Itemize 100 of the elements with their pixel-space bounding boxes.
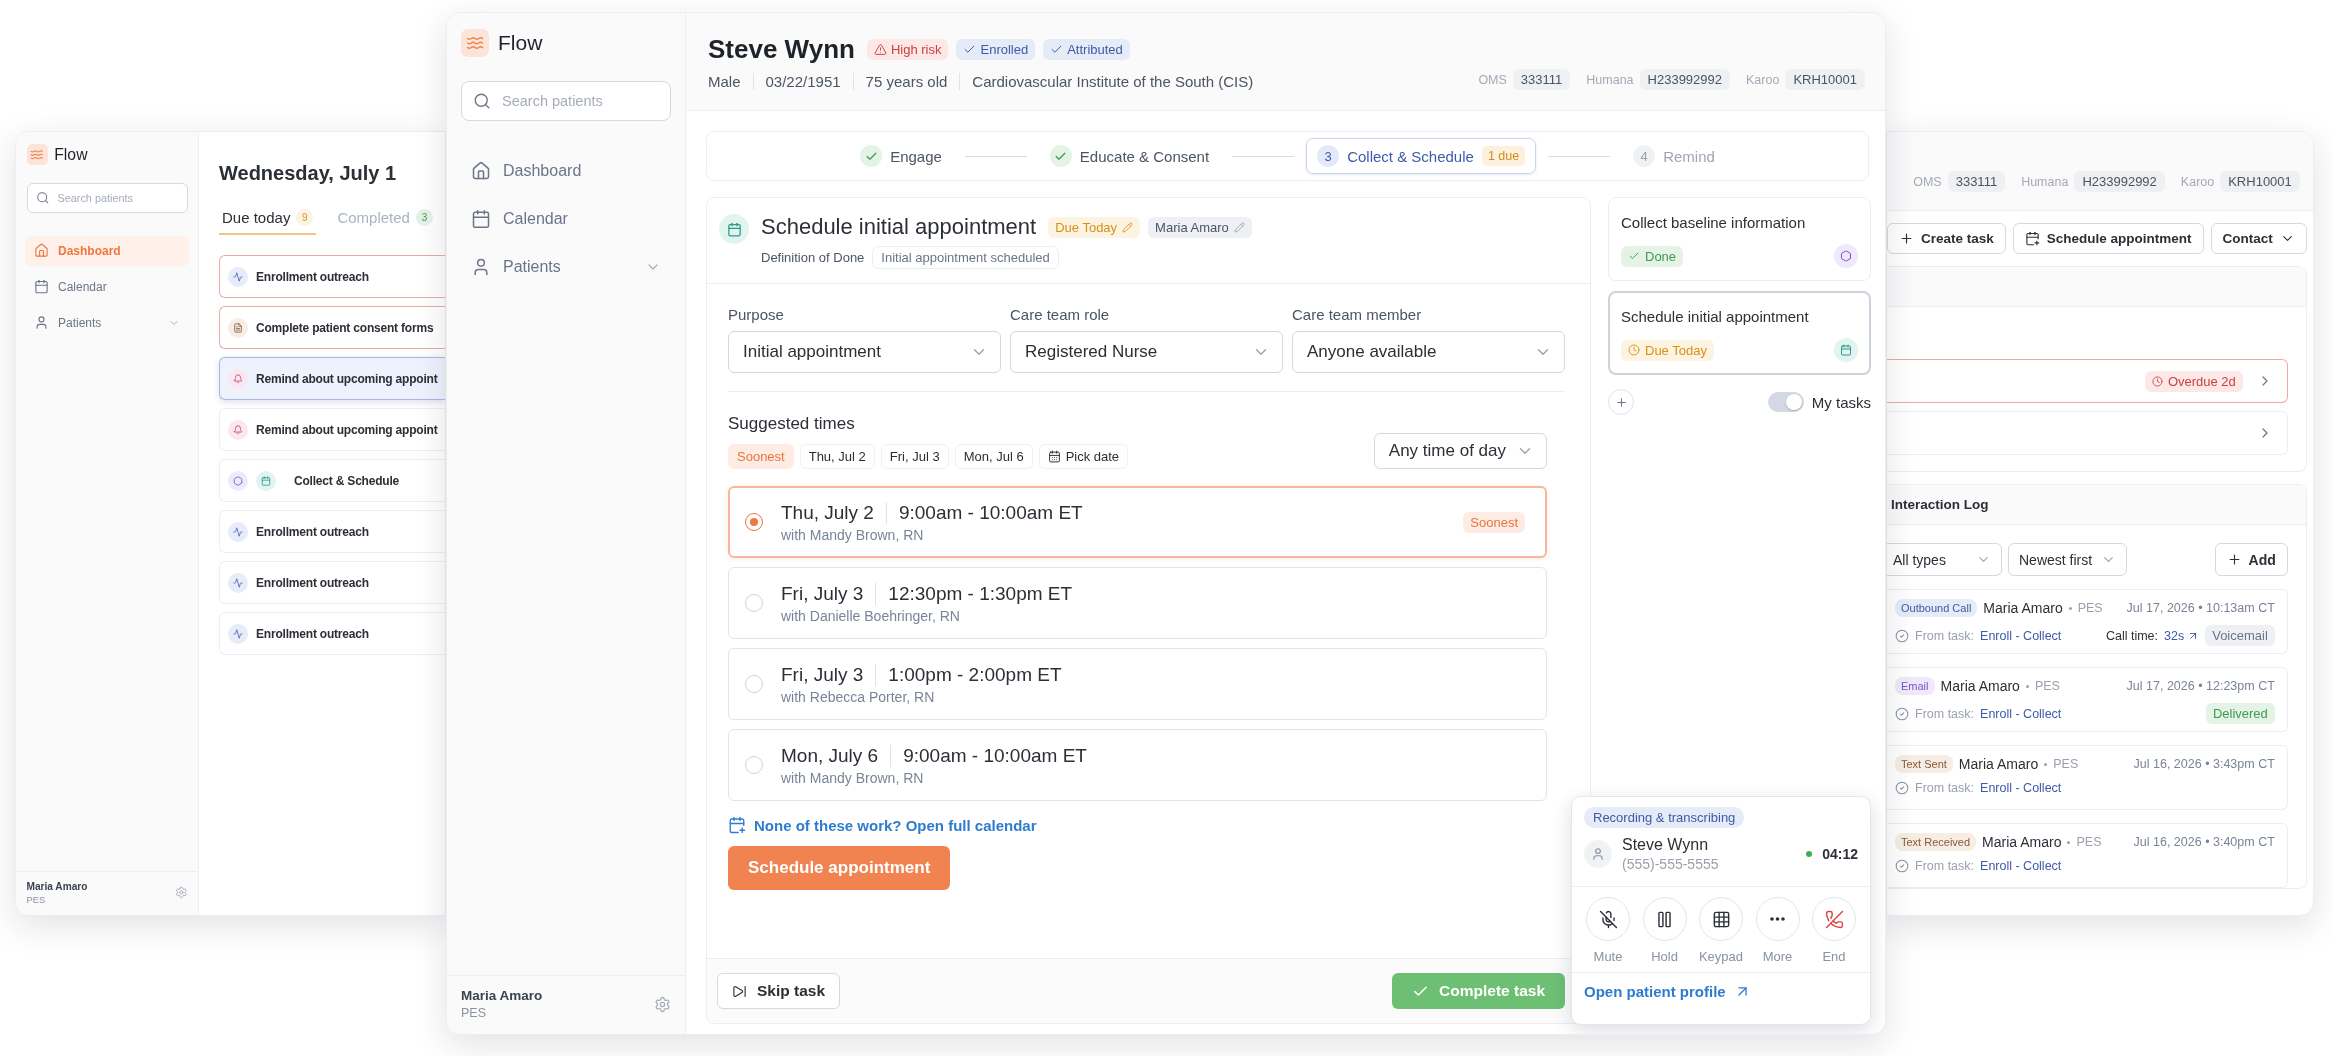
check-icon <box>1628 250 1640 262</box>
nav-item[interactable]: Patients <box>25 307 189 338</box>
call-action-button[interactable] <box>1642 897 1687 941</box>
calendar-link[interactable]: None of these work? Open full calendar <box>728 816 1037 834</box>
slot-date: Mon, July 6 <box>781 744 892 767</box>
call-time-label: Call time: <box>2105 628 2158 643</box>
task-card[interactable]: Remind about upcoming appoint <box>219 357 445 400</box>
toolbar-button[interactable]: Schedule appointment <box>2012 223 2204 254</box>
dropdown[interactable]: Newest first <box>2008 543 2127 576</box>
check-icon <box>963 43 977 56</box>
home-icon <box>34 243 49 258</box>
task-list-card[interactable]: Schedule initial appointment Due Today <box>1608 291 1871 375</box>
due-badge: 1 due <box>1481 146 1526 166</box>
slot-time: 9:00am - 10:00am ET <box>902 744 1087 767</box>
task-card[interactable]: Enrollment outreach <box>219 561 445 604</box>
filter-chip[interactable]: Thu, Jul 2 <box>799 444 875 469</box>
nav-item[interactable]: Calendar <box>25 271 189 302</box>
filter-chip[interactable]: Fri, Jul 3 <box>880 444 949 469</box>
skip-icon <box>732 983 747 999</box>
filter-chip[interactable]: Mon, Jul 6 <box>954 444 1033 469</box>
clock-icon <box>2151 375 2163 387</box>
nav-item[interactable]: Patients <box>459 247 673 287</box>
settings-icon <box>174 886 188 899</box>
task-list-card[interactable]: Collect baseline information Done <box>1608 197 1871 281</box>
toolbar-button[interactable]: Contact <box>2210 223 2307 254</box>
task-card[interactable]: Enrollment outreach <box>219 612 445 655</box>
field-label: Care team role <box>1010 306 1111 323</box>
check-circle-icon <box>1895 781 1909 795</box>
task-card[interactable]: Remind about upcoming appoint <box>219 408 445 451</box>
task-card[interactable]: Enrollment outreach <box>219 255 445 298</box>
action-label: More <box>1762 949 1793 964</box>
filter-chip[interactable]: Pick date <box>1038 444 1129 469</box>
toolbar-button[interactable]: Create task <box>1887 223 2006 254</box>
calendar-icon <box>1834 338 1858 362</box>
dropdown[interactable]: Registered Nurse <box>1010 331 1283 373</box>
call-action-button[interactable] <box>1699 897 1743 941</box>
field-label: Care team member <box>1292 306 1423 323</box>
slot-provider: with Danielle Boehringer, RN <box>781 607 961 624</box>
profile-link[interactable]: Open patient profile <box>1584 983 1751 1000</box>
task-title: Schedule initial appointment <box>1621 308 1810 325</box>
home-icon <box>471 161 491 181</box>
call-time-link[interactable]: 32s <box>2164 628 2200 643</box>
time-slot-option[interactable]: Mon, July 6 9:00am - 10:00am ET with Mandy Brown, RN <box>728 729 1547 801</box>
tab[interactable]: Due today 9 <box>219 209 317 235</box>
step-number: 3 <box>1317 145 1340 167</box>
author-role: PES <box>2076 835 2102 849</box>
skip-button[interactable]: Skip task <box>717 973 841 1009</box>
time-slot-option[interactable]: Fri, July 3 1:00pm - 2:00pm ET with Rebecca Porter, RN <box>728 648 1547 720</box>
timestamp: Jul 17, 2026 • 10:13am CT <box>2126 601 2275 615</box>
task-card[interactable]: Enrollment outreach <box>219 510 445 553</box>
logo-icon <box>26 144 48 165</box>
task-link[interactable]: Enroll - Collect <box>1980 628 2062 643</box>
from-label: From task: <box>1915 706 1975 721</box>
dropdown[interactable]: All types <box>1887 543 2002 576</box>
calendar-icon <box>34 279 49 294</box>
search-icon <box>35 191 49 205</box>
add-button[interactable]: Add <box>2214 543 2288 576</box>
id-label: Karoo <box>2180 174 2215 189</box>
muted-microphone-icon <box>1598 909 1618 929</box>
step-label: Collect & Schedule <box>1347 147 1474 165</box>
task-row[interactable]: Overdue 2d <box>1887 359 2288 403</box>
toggle-switch[interactable] <box>1767 392 1804 412</box>
logo-text: Flow <box>54 145 88 164</box>
time-slot-option[interactable]: Fri, July 3 12:30pm - 1:30pm ET with Danielle Boehringer, RN <box>728 567 1547 639</box>
slot-provider: with Rebecca Porter, RN <box>781 688 936 705</box>
bell-icon <box>228 368 248 389</box>
plus-icon <box>2226 552 2242 567</box>
type-badge: Text Received <box>1895 833 1977 851</box>
patient-name: Steve Wynn <box>708 34 855 65</box>
task-card[interactable]: Complete patient consent forms <box>219 306 445 349</box>
nav-item[interactable]: Calendar <box>459 199 673 239</box>
id-value: H233992992 <box>1639 69 1731 90</box>
status-badge: Due Today <box>1621 339 1714 361</box>
step-label: Educate & Consent <box>1079 147 1210 165</box>
dropdown[interactable]: Any time of day <box>1373 433 1547 469</box>
from-label: From task: <box>1915 628 1975 643</box>
search-field[interactable]: Search patients <box>26 183 188 213</box>
add-button[interactable] <box>1608 389 1634 415</box>
time-slot-option[interactable]: Thu, July 2 9:00am - 10:00am ET with Mandy Brown, RN Soonest <box>728 486 1547 558</box>
calendar-plus-icon <box>2024 231 2040 246</box>
id-value: 333111 <box>1512 69 1571 90</box>
task-link[interactable]: Enroll - Collect <box>1980 859 2062 873</box>
type-badge: Text Sent <box>1895 755 1953 773</box>
caller-phone: (555)-555-5555 <box>1622 856 1720 872</box>
task-link[interactable]: Enroll - Collect <box>1980 706 2062 721</box>
pulse-icon <box>228 572 248 593</box>
toggle-label: My tasks <box>1811 393 1871 411</box>
task-card[interactable]: Collect & Schedule <box>219 459 445 502</box>
warning-icon <box>873 43 887 56</box>
author-role: PES <box>2053 757 2079 771</box>
id-label: Humana <box>1586 72 1634 87</box>
author-name: Maria Amaro <box>1983 600 2063 616</box>
dropdown[interactable]: Anyone available <box>1292 331 1565 373</box>
call-action-button[interactable] <box>1586 897 1630 941</box>
overdue-badge: Overdue 2d <box>2144 370 2243 392</box>
nav-item[interactable]: Dashboard <box>459 151 673 191</box>
search-field[interactable]: Search patients <box>461 81 671 121</box>
dropdown[interactable]: Initial appointment <box>728 331 1001 373</box>
task-link[interactable]: Enroll - Collect <box>1980 781 2062 795</box>
slot-provider: with Mandy Brown, RN <box>781 526 925 543</box>
